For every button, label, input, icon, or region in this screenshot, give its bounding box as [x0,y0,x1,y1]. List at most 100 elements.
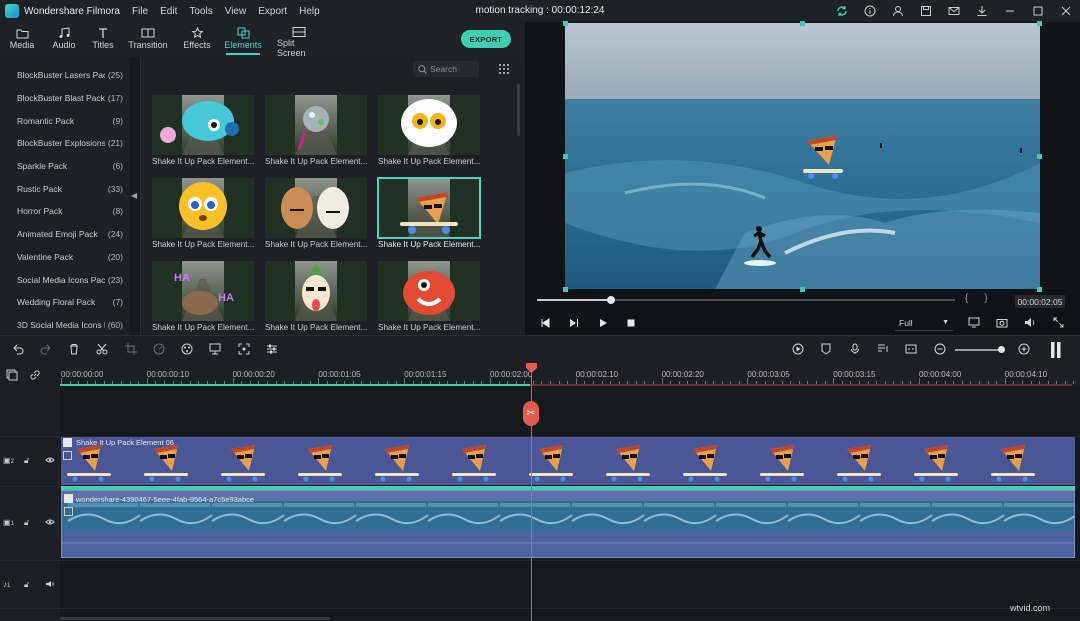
scrubber-knob[interactable] [607,296,615,304]
element-thumbnail[interactable]: Shake It Up Pack Element... [378,95,480,166]
menu-export[interactable]: Export [258,6,287,17]
motion-tracking-icon[interactable] [238,343,250,355]
download-icon[interactable] [968,0,996,22]
transform-handle[interactable] [1037,154,1042,159]
mark-in-out-icon[interactable]: {} [965,293,1004,304]
pack-item[interactable]: Animated Emoji Pack(24) [0,223,130,246]
cut-icon[interactable] [96,343,108,355]
export-button[interactable]: EXPORT [461,30,511,48]
fullscreen-icon[interactable] [1053,317,1064,328]
pack-item[interactable]: BlockBuster Explosions(21) [0,132,130,155]
elements-scrollbar[interactable] [517,84,520,136]
pack-item[interactable]: Sparkle Pack(6) [0,155,130,178]
transform-handle[interactable] [563,21,568,26]
pack-item[interactable]: Horror Pack(8) [0,200,130,223]
play-frame-icon[interactable] [569,318,579,328]
save-icon[interactable] [912,0,940,22]
tab-titles[interactable]: Titles [91,22,115,57]
zoom-slider[interactable] [955,349,1003,351]
pack-item[interactable]: BlockBuster Lasers Pack(25) [0,64,130,87]
transform-handle[interactable] [800,287,805,292]
tab-effects[interactable]: Effects [183,22,211,57]
pack-item[interactable]: BlockBuster Blast Pack(17) [0,87,130,110]
lock-icon[interactable]: 🔓︎ [24,456,29,466]
speed-icon[interactable] [153,343,165,355]
element-clip[interactable] [61,437,1075,485]
speaker-icon[interactable] [45,580,55,588]
element-thumbnail[interactable]: Shake It Up Pack Element... [378,261,480,332]
zoom-out-icon[interactable] [934,343,946,355]
display-icon[interactable] [968,317,980,328]
info-icon[interactable] [856,0,884,22]
sync-icon[interactable] [828,0,856,22]
collapse-left-icon[interactable]: ◀ [131,191,137,200]
color-icon[interactable] [181,343,193,355]
green-screen-icon[interactable] [209,343,221,355]
mail-icon[interactable] [940,0,968,22]
tab-media[interactable]: Media [9,22,35,57]
link-icon[interactable] [29,369,41,381]
split-scissors-icon[interactable]: ✂ [523,401,539,426]
undo-icon[interactable] [12,343,24,355]
quality-select[interactable]: Full▼ [895,315,953,331]
search-input[interactable]: Search [413,61,479,77]
play-icon[interactable] [598,318,608,328]
voiceover-icon[interactable] [877,343,889,355]
preview-video[interactable] [565,23,1040,289]
microphone-icon[interactable] [849,343,861,355]
eye-icon[interactable] [45,518,55,526]
element-thumbnail[interactable]: Shake It Up Pack Element... [152,178,254,249]
adjust-icon[interactable] [266,343,278,355]
close-icon[interactable] [1052,0,1080,22]
subtitle-icon[interactable] [905,343,917,355]
delete-icon[interactable] [68,343,80,355]
playhead-handle[interactable] [526,363,537,373]
menu-tools[interactable]: Tools [189,6,212,17]
tab-elements[interactable]: Elements [225,22,261,57]
step-back-icon[interactable] [540,318,550,328]
maximize-icon[interactable] [1024,0,1052,22]
tab-split-screen[interactable]: Split Screen [277,22,321,57]
crop-icon[interactable] [125,343,137,355]
lock-icon[interactable]: 🔓︎ [24,518,29,528]
minimize-icon[interactable] [996,0,1024,22]
pack-item[interactable]: 3D Social Media Icons F(60) [0,314,130,335]
element-thumbnail[interactable]: Shake It Up Pack Element... [378,178,480,249]
timeline-scrollbar[interactable] [60,617,330,620]
transform-handle[interactable] [563,154,568,159]
redo-icon[interactable] [40,343,52,355]
element-thumbnail[interactable]: Shake It Up Pack Element... [265,95,367,166]
pack-item[interactable]: Valentine Pack(20) [0,246,130,269]
stop-icon[interactable] [626,318,636,328]
account-icon[interactable] [884,0,912,22]
pack-item[interactable]: Wedding Floral Pack(7) [0,291,130,314]
zoom-slider-knob[interactable] [998,346,1005,353]
zoom-in-icon[interactable] [1018,343,1030,355]
tab-transition[interactable]: Transition [128,22,168,57]
lock-icon[interactable]: 🔓︎ [24,580,29,590]
element-thumbnail[interactable]: Shake It Up Pack Element... [265,261,367,332]
pack-item[interactable]: Rustic Pack(33) [0,177,130,200]
transform-handle[interactable] [800,21,805,26]
marker-icon[interactable] [820,343,832,355]
element-thumbnail[interactable]: HAHAShake It Up Pack Element... [152,261,254,332]
pack-item[interactable]: Social Media Icons Pack(23) [0,268,130,291]
eye-icon[interactable] [45,456,55,464]
grid-view-icon[interactable] [499,64,510,75]
pack-item[interactable]: Romantic Pack(9) [0,109,130,132]
render-icon[interactable] [792,343,804,355]
transform-handle[interactable] [1037,287,1042,292]
transform-handle[interactable] [563,287,568,292]
volume-icon[interactable] [1024,317,1036,328]
menu-edit[interactable]: Edit [160,6,177,17]
menu-help[interactable]: Help [299,6,320,17]
transform-handle[interactable] [1037,21,1042,26]
add-track-icon[interactable] [6,369,18,381]
element-thumbnail[interactable]: Shake It Up Pack Element... [265,178,367,249]
snapshot-icon[interactable] [996,317,1008,328]
menu-file[interactable]: File [132,6,148,17]
element-thumbnail[interactable]: Shake It Up Pack Element... [152,95,254,166]
pause-icon[interactable] [1050,341,1062,359]
menu-view[interactable]: View [225,6,247,17]
tab-audio[interactable]: Audio [51,22,77,57]
